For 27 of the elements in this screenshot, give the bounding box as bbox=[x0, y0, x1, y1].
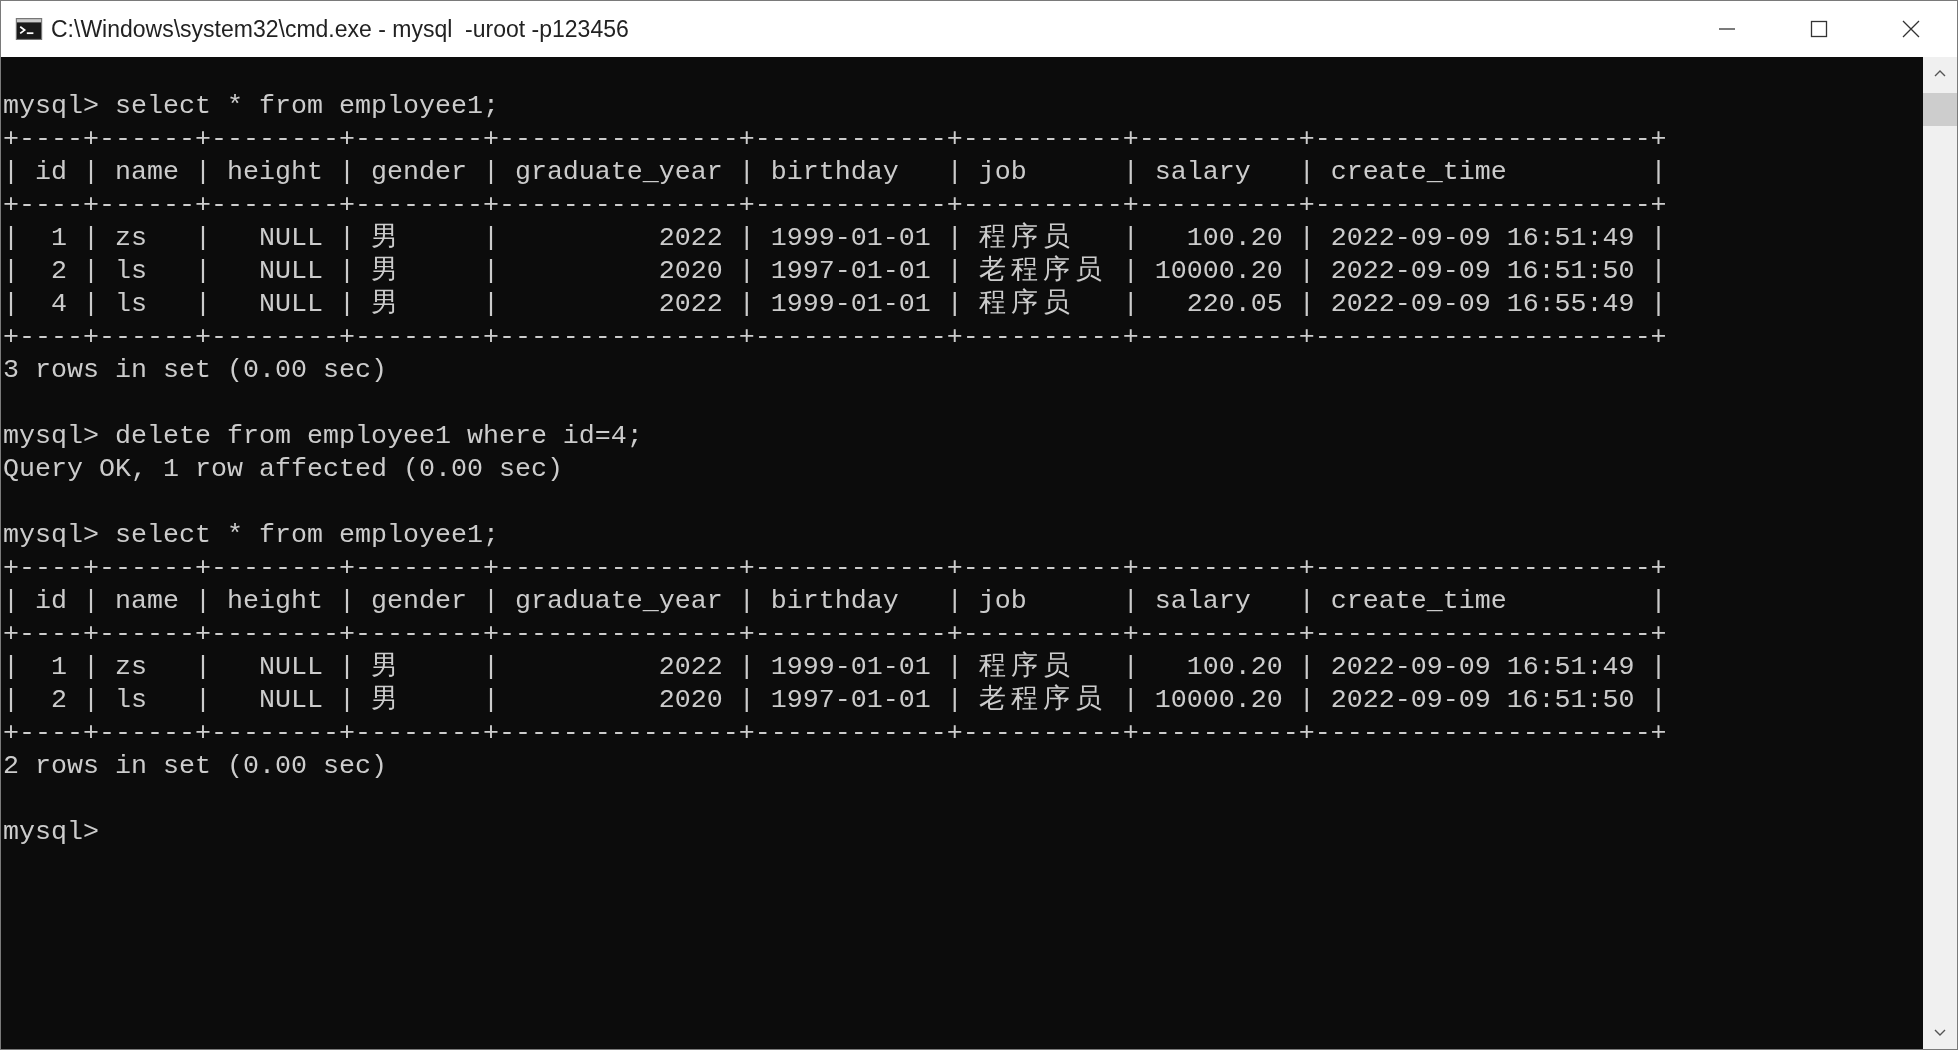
terminal-line: 3 rows in set (0.00 sec) bbox=[3, 354, 387, 387]
terminal-line: Query OK, 1 row affected (0.00 sec) bbox=[3, 453, 563, 486]
scrollbar-thumb[interactable] bbox=[1923, 93, 1957, 126]
maximize-icon bbox=[1810, 20, 1828, 38]
terminal-line: 2 rows in set (0.00 sec) bbox=[3, 750, 387, 783]
terminal-line: mysql> bbox=[3, 816, 99, 849]
terminal-line: | id | name | height | gender | graduate_year | birthday | job | salary | create_time | bbox=[3, 585, 1667, 618]
close-icon bbox=[1902, 20, 1920, 38]
terminal-line: | 1 | zs | NULL | 男 | 2022 | 1999-01-01 | 程序员 | 100.20 | 2022-09-09 16:51:49 | bbox=[3, 651, 1667, 684]
terminal-line: +----+------+--------+--------+---------------+------------+----------+----------+---------------------+ bbox=[3, 321, 1667, 354]
terminal-line: | 1 | zs | NULL | 男 | 2022 | 1999-01-01 | 程序员 | 100.20 | 2022-09-09 16:51:49 | bbox=[3, 222, 1667, 255]
terminal-line: +----+------+--------+--------+---------------+------------+----------+----------+---------------------+ bbox=[3, 189, 1667, 222]
terminal-line: | 4 | ls | NULL | 男 | 2022 | 1999-01-01 | 程序员 | 220.05 | 2022-09-09 16:55:49 | bbox=[3, 288, 1667, 321]
terminal-line: +----+------+--------+--------+---------------+------------+----------+----------+---------------------+ bbox=[3, 552, 1667, 585]
terminal-line: +----+------+--------+--------+---------------+------------+----------+----------+---------------------+ bbox=[3, 123, 1667, 156]
minimize-icon bbox=[1718, 28, 1736, 30]
terminal-line: | 2 | ls | NULL | 男 | 2020 | 1997-01-01 | 老程序员 | 10000.20 | 2022-09-09 16:51:50 | bbox=[3, 255, 1667, 288]
console-icon bbox=[15, 18, 43, 40]
window-title: C:\Windows\system32\cmd.exe - mysql -uroot -p123456 bbox=[51, 15, 629, 43]
terminal-line: | id | name | height | gender | graduate_year | birthday | job | salary | create_time | bbox=[3, 156, 1667, 189]
terminal-line: +----+------+--------+--------+---------------+------------+----------+----------+---------------------+ bbox=[3, 618, 1667, 651]
terminal-line: mysql> delete from employee1 where id=4; bbox=[3, 420, 643, 453]
terminal-line: +----+------+--------+--------+---------------+------------+----------+----------+---------------------+ bbox=[3, 717, 1667, 750]
scrollbar[interactable] bbox=[1923, 57, 1957, 1049]
terminal-line: mysql> select * from employee1; bbox=[3, 519, 499, 552]
terminal-line: | 2 | ls | NULL | 男 | 2020 | 1997-01-01 | 老程序员 | 10000.20 | 2022-09-09 16:51:50 | bbox=[3, 684, 1667, 717]
terminal-line: mysql> select * from employee1; bbox=[3, 90, 499, 123]
